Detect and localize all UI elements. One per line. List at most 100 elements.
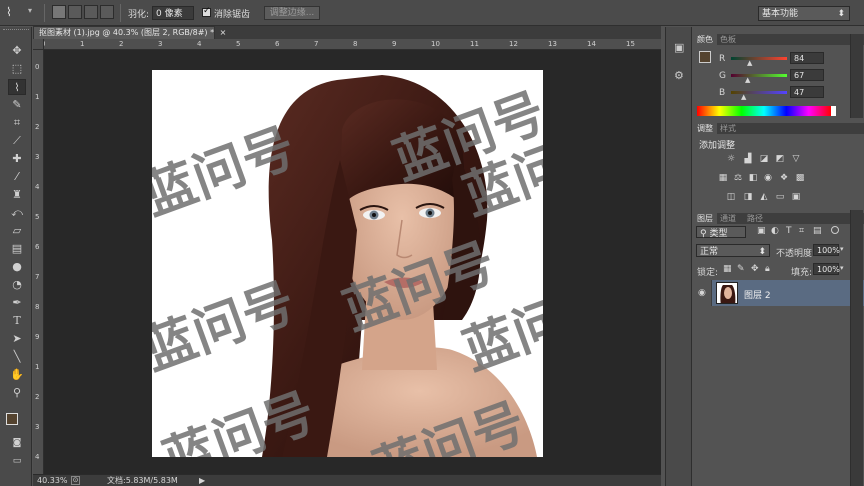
document-image[interactable]: 蓝问号 蓝问号 蓝问号 蓝问号 蓝问号 蓝问号 蓝问号 蓝问号 xyxy=(152,70,543,457)
adjustment-layer-filter-icon[interactable]: ◐ xyxy=(771,226,779,236)
color-balance-icon[interactable]: ⚖ xyxy=(733,174,743,183)
opacity-slider-arrow-icon[interactable]: ▾ xyxy=(840,245,844,253)
marquee-tool-icon[interactable]: ⬚ xyxy=(8,61,26,77)
healing-brush-tool-icon[interactable]: ✚ xyxy=(8,151,26,167)
tool-preset-chevron-icon[interactable]: ▾ xyxy=(28,6,32,15)
zoom-level[interactable]: 40.33% xyxy=(37,475,68,486)
layer-row[interactable]: 图层 2 xyxy=(712,280,864,306)
hand-tool-icon[interactable]: ✋ xyxy=(8,367,26,383)
slider-thumb-icon[interactable]: ▲ xyxy=(745,76,750,84)
line-tool-icon[interactable]: ╲ xyxy=(8,349,26,365)
blur-tool-icon[interactable]: ● xyxy=(8,259,26,275)
red-value-input[interactable]: 84 xyxy=(790,52,824,64)
intersect-selection-button[interactable] xyxy=(100,5,114,19)
color-lookup-icon[interactable]: ▩ xyxy=(795,174,805,183)
exposure-icon[interactable]: ◩ xyxy=(775,155,785,164)
hue-saturation-icon[interactable]: ▦ xyxy=(718,174,728,183)
tab-swatches[interactable]: 色板 xyxy=(716,34,740,45)
fill-input[interactable]: 100% xyxy=(813,263,840,275)
blend-mode-dropdown[interactable]: 正常 ⬍ xyxy=(696,244,770,257)
workspace-dropdown[interactable]: 基本功能 ⬍ xyxy=(758,6,850,21)
lock-transparent-icon[interactable]: ▦ xyxy=(723,264,732,274)
dodge-tool-icon[interactable]: ◔ xyxy=(8,277,26,293)
opacity-input[interactable]: 100% xyxy=(813,244,840,256)
color-panel-scrollbar[interactable] xyxy=(850,34,863,118)
screen-mode-icon[interactable]: ▭ xyxy=(8,453,26,469)
tab-channels[interactable]: 通道 xyxy=(716,213,740,224)
brush-tool-icon[interactable]: ⁄ xyxy=(8,169,26,185)
quick-selection-tool-icon[interactable]: ✎ xyxy=(8,97,26,113)
move-tool-icon[interactable]: ✥ xyxy=(8,43,26,59)
slider-thumb-icon[interactable]: ▲ xyxy=(741,93,746,101)
shape-layer-filter-icon[interactable]: ⌗ xyxy=(799,226,804,236)
eyedropper-tool-icon[interactable]: ⟋ xyxy=(8,133,26,149)
add-to-selection-button[interactable] xyxy=(68,5,82,19)
crop-tool-icon[interactable]: ⌗ xyxy=(8,115,26,131)
document-tab[interactable]: 抠图素材 (1).jpg @ 40.3% (图层 2, RGB/8#) * × xyxy=(33,26,226,39)
type-layer-filter-icon[interactable]: T xyxy=(786,226,792,236)
channel-mixer-icon[interactable]: ❖ xyxy=(779,174,789,183)
tab-paths[interactable]: 路径 xyxy=(743,213,767,224)
tab-styles[interactable]: 样式 xyxy=(716,123,740,134)
black-white-icon[interactable]: ◧ xyxy=(748,174,758,183)
gradient-tool-icon[interactable]: ▤ xyxy=(8,241,26,257)
lock-pixels-icon[interactable]: ✎ xyxy=(737,264,745,274)
subtract-from-selection-button[interactable] xyxy=(84,5,98,19)
foreground-color-swatch[interactable] xyxy=(6,413,18,425)
ruler-origin[interactable] xyxy=(33,39,44,50)
eye-icon[interactable]: ◉ xyxy=(698,288,706,298)
foreground-color-swatch[interactable] xyxy=(699,51,711,63)
red-slider[interactable] xyxy=(731,57,787,60)
ruler-tick-label: 1 xyxy=(35,93,40,101)
layer-filter-dropdown[interactable]: ⚲ 类型 xyxy=(696,226,746,239)
brightness-contrast-icon[interactable]: ☼ xyxy=(726,155,736,164)
lock-all-icon[interactable]: 🔒︎ xyxy=(765,264,770,274)
tab-layers[interactable]: 图层 xyxy=(693,213,717,224)
posterize-icon[interactable]: ◨ xyxy=(743,193,753,202)
filter-toggle-icon[interactable] xyxy=(831,226,839,234)
tab-color[interactable]: 颜色 xyxy=(693,34,717,45)
history-panel-icon[interactable]: ▣ xyxy=(674,41,684,54)
gradient-map-icon[interactable]: ▭ xyxy=(775,193,785,202)
clone-stamp-tool-icon[interactable]: ♜ xyxy=(8,187,26,203)
feather-input[interactable]: 0 像素 xyxy=(152,6,194,20)
blue-value-input[interactable]: 47 xyxy=(790,86,824,98)
panel-grip[interactable] xyxy=(3,29,29,32)
photo-filter-icon[interactable]: ◉ xyxy=(763,174,773,183)
pen-tool-icon[interactable]: ✒ xyxy=(8,295,26,311)
type-tool-icon[interactable]: T xyxy=(8,313,26,329)
slider-thumb-icon[interactable]: ▲ xyxy=(747,59,752,67)
color-spectrum-bar[interactable] xyxy=(697,106,831,116)
lock-position-icon[interactable]: ✥ xyxy=(751,264,759,274)
zoom-tool-icon[interactable]: ⚲ xyxy=(8,385,26,401)
green-slider[interactable] xyxy=(731,74,787,77)
antialias-checkbox[interactable] xyxy=(202,6,211,17)
selective-color-icon[interactable]: ▣ xyxy=(791,193,801,202)
new-selection-button[interactable] xyxy=(52,5,66,19)
invert-icon[interactable]: ◫ xyxy=(726,193,736,202)
properties-panel-icon[interactable]: ⚙ xyxy=(674,69,684,82)
status-info-icon[interactable]: ⊙ xyxy=(71,476,80,485)
layers-panel-scrollbar[interactable] xyxy=(850,210,863,486)
close-icon[interactable]: × xyxy=(220,28,227,37)
vibrance-icon[interactable]: ▽ xyxy=(791,155,801,164)
pixel-layer-filter-icon[interactable]: ▣ xyxy=(757,226,766,236)
smart-object-filter-icon[interactable]: ▤ xyxy=(813,226,822,236)
curves-icon[interactable]: ◪ xyxy=(759,155,769,164)
levels-icon[interactable]: ▟ xyxy=(743,155,753,164)
fill-slider-arrow-icon[interactable]: ▾ xyxy=(840,264,844,272)
path-selection-tool-icon[interactable]: ➤ xyxy=(8,331,26,347)
polygonal-lasso-tool-icon[interactable]: ⌇ xyxy=(6,5,24,19)
tab-adjustments[interactable]: 调整 xyxy=(693,123,717,134)
layer-name[interactable]: 图层 2 xyxy=(744,288,771,301)
quick-mask-icon[interactable]: ◙ xyxy=(8,435,26,451)
white-swatch[interactable] xyxy=(831,106,836,116)
green-value-input[interactable]: 67 xyxy=(790,69,824,81)
history-brush-tool-icon[interactable]: ⤺ xyxy=(8,205,26,221)
threshold-icon[interactable]: ◭ xyxy=(759,193,769,202)
eraser-tool-icon[interactable]: ▱ xyxy=(8,223,26,239)
status-menu-arrow-icon[interactable]: ▶ xyxy=(199,475,205,486)
lasso-tool-icon[interactable]: ⌇ xyxy=(8,79,26,95)
blue-slider[interactable] xyxy=(731,91,787,94)
refine-edge-button[interactable]: 调整边缘... xyxy=(264,6,320,20)
